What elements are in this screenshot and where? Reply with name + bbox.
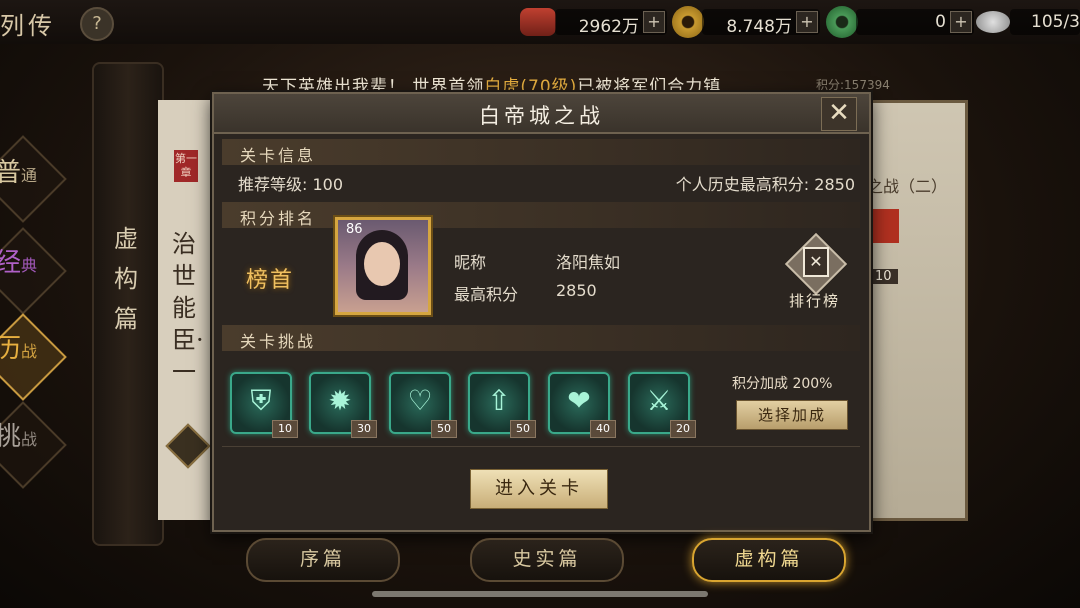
jade-resource: 0 + [856, 9, 974, 35]
challenge-header: 关卡挑战 [222, 325, 860, 351]
stage-card-emblem-icon [869, 209, 899, 243]
shield-up-icon: ⇧ [487, 384, 511, 417]
home-indicator[interactable] [372, 591, 708, 597]
top-score-value: 2850 [556, 281, 597, 300]
jade-icon [826, 6, 858, 38]
stage-card-title: 之战（二） [867, 177, 948, 196]
buff-shield-heart[interactable]: ♡ 50 [389, 372, 457, 438]
add-jade-button[interactable]: + [950, 11, 972, 33]
score-bonus-label: 积分加成 200% [732, 376, 833, 392]
shield-burst-icon: ✹ [328, 384, 352, 417]
buff-sword-up[interactable]: ⚔ 20 [628, 372, 696, 438]
side-tab-classic-label: 经典 [0, 248, 38, 278]
choose-bonus-button[interactable]: 选择加成 [736, 400, 848, 430]
stage-card-number: 10 [869, 269, 898, 284]
shield-icon: ⛨ [250, 384, 272, 417]
shield-heart-icon: ♡ [407, 384, 433, 417]
side-tab-challenge-label: 挑战 [0, 422, 38, 452]
avatar-level: 86 [346, 222, 363, 237]
chapter-paper: 第一章 治世能臣·一 [158, 100, 218, 520]
tab-fiction[interactable]: 虚构篇 [692, 538, 846, 582]
chapter-scroll: 虚构篇 [92, 62, 164, 546]
warning-icon[interactable] [165, 423, 211, 469]
buff-cost: 30 [351, 420, 377, 438]
stage-modal: 白帝城之战 ✕ 关卡信息 推荐等级: 100 个人历史最高积分: 2850 积分… [212, 92, 871, 532]
buff-cost: 50 [510, 420, 536, 438]
stage-info-header: 关卡信息 [222, 139, 860, 165]
leaderboard-glyph: ✕ [803, 247, 829, 277]
enter-stage-button[interactable]: 进入关卡 [470, 469, 608, 509]
top-player-avatar[interactable]: 86 [335, 217, 431, 315]
recommended-level: 推荐等级: 100 [238, 175, 344, 194]
stamina-value: 105/3 [1031, 12, 1080, 32]
modal-header: 白帝城之战 ✕ [214, 94, 869, 134]
ingot-value: 2962万 [578, 17, 639, 37]
nickname-label: 昵称 [454, 253, 487, 272]
buff-hearts[interactable]: ❤ 40 [548, 372, 616, 438]
top-score-label: 最高积分 [454, 285, 519, 304]
stamina-icon [976, 11, 1010, 33]
tab-history[interactable]: 史实篇 [470, 538, 624, 582]
buff-cost: 40 [590, 420, 616, 438]
buff-cost: 10 [272, 420, 298, 438]
ingot-icon [520, 8, 556, 36]
buff-shield[interactable]: ⛨ 10 [230, 372, 298, 438]
modal-title: 白帝城之战 [479, 104, 604, 128]
ranking-header: 积分排名 [222, 202, 860, 228]
add-coin-button[interactable]: + [796, 11, 818, 33]
tab-prologue[interactable]: 序篇 [246, 538, 400, 582]
buff-cost: 50 [431, 420, 457, 438]
jade-value: 0 [935, 12, 946, 32]
buff-shield-up[interactable]: ⇧ 50 [468, 372, 536, 438]
coin-icon [672, 6, 704, 38]
page-title: 列传 [0, 12, 56, 40]
side-tab-battle-label: 历战 [0, 334, 38, 364]
avatar-face [364, 242, 400, 286]
buff-cost: 20 [670, 420, 696, 438]
rank-title: 榜首 [246, 268, 295, 293]
marquee-score-hint: 积分:157394 [816, 78, 890, 92]
side-tab-normal-label: 普通 [0, 158, 38, 188]
chapter-paper-text: 治世能臣·一 [172, 230, 204, 386]
close-button[interactable]: ✕ [821, 97, 857, 131]
buff-shield-burst[interactable]: ✹ 30 [309, 372, 377, 438]
stage-card-right[interactable]: 之战（二） 10 [862, 100, 968, 521]
stamina-resource: 105/3 [1010, 9, 1080, 35]
chapter-seal: 第一章 [174, 150, 198, 182]
nickname-value: 洛阳焦如 [556, 253, 621, 272]
personal-best-score: 个人历史最高积分: 2850 [675, 175, 855, 194]
top-bar: 列传 ? 2962万 + 8.748万 + 0 + 105/3 [0, 0, 1080, 44]
ingot-resource: 2962万 + [555, 9, 667, 37]
add-ingot-button[interactable]: + [643, 11, 665, 33]
coin-resource: 8.748万 + [702, 9, 820, 37]
hearts-icon: ❤ [567, 384, 591, 417]
scroll-title: 虚构篇 [114, 225, 138, 333]
coin-value: 8.748万 [726, 17, 792, 37]
sword-up-icon: ⚔ [646, 384, 672, 417]
leaderboard-button[interactable]: 排行榜 [789, 290, 840, 311]
help-button[interactable]: ? [80, 7, 114, 41]
divider [222, 446, 860, 447]
